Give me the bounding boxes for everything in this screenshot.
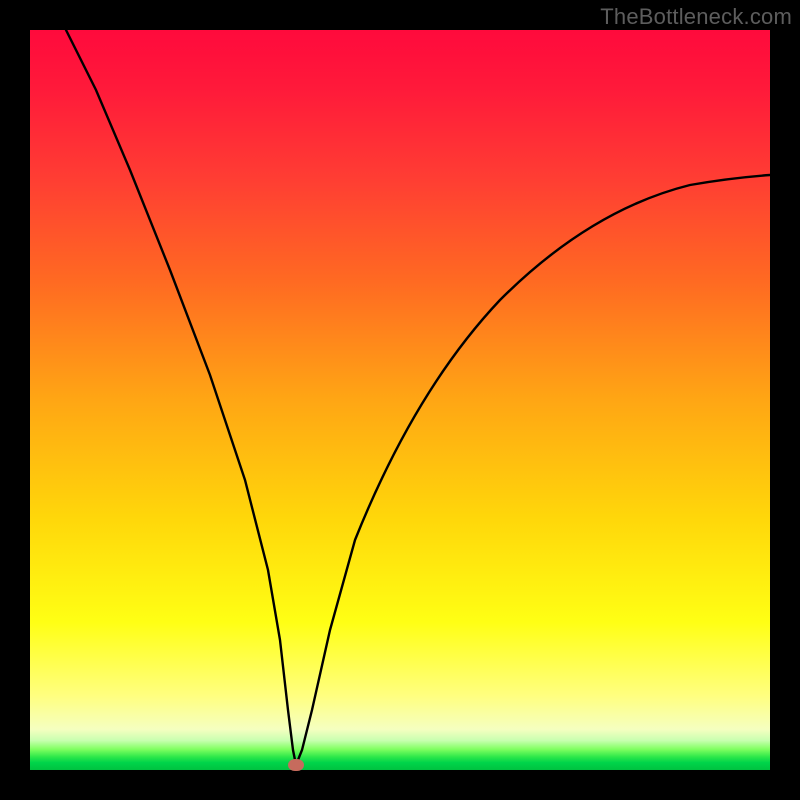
chart-frame: TheBottleneck.com	[0, 0, 800, 800]
watermark-text: TheBottleneck.com	[600, 4, 792, 30]
plot-area	[30, 30, 770, 770]
bottleneck-curve	[30, 30, 770, 770]
curve-path	[66, 30, 770, 765]
minimum-marker	[288, 759, 304, 771]
